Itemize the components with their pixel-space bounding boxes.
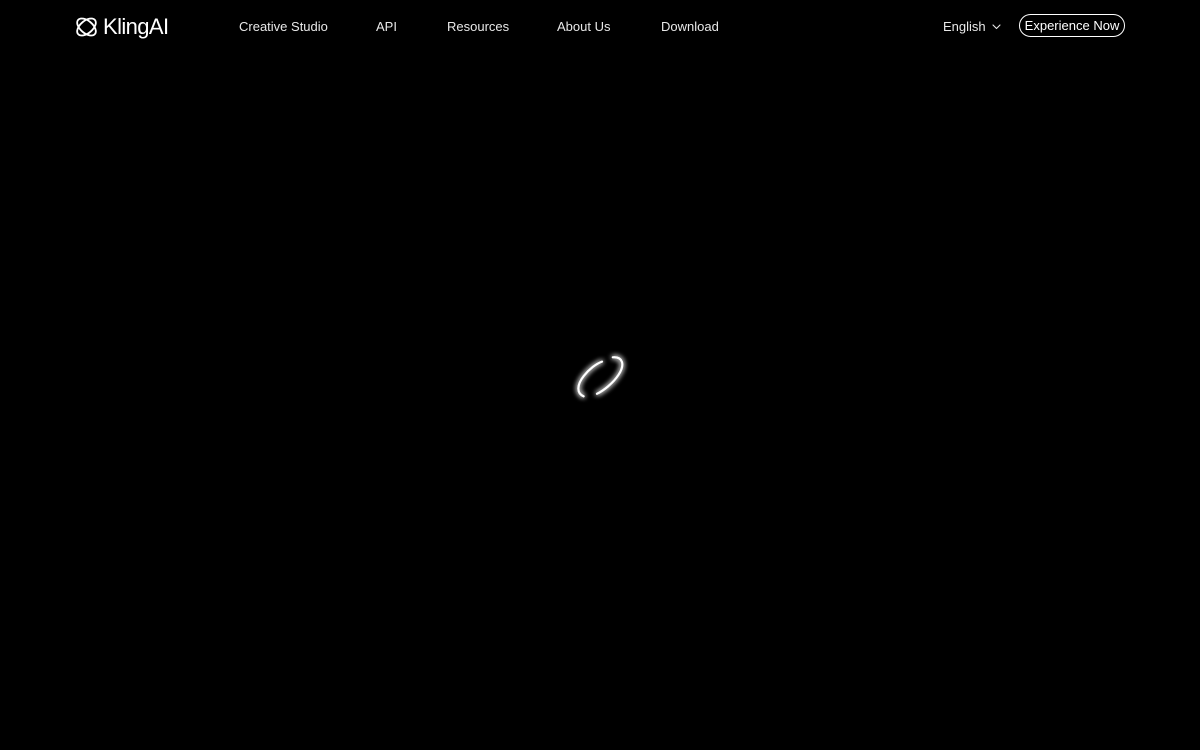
kling-logo-icon — [76, 17, 97, 37]
loading-ring-icon — [577, 356, 624, 398]
nav-item-about-us[interactable]: About Us — [557, 18, 610, 35]
nav-item-download[interactable]: Download — [661, 18, 719, 35]
experience-now-button[interactable]: Experience Now — [1019, 14, 1125, 37]
page: KlingAI Creative Studio API Resources Ab… — [0, 0, 1200, 750]
language-label: English — [943, 19, 986, 34]
brand-logo-link[interactable]: KlingAI — [73, 11, 169, 43]
language-selector[interactable]: English — [943, 18, 1001, 35]
top-nav: KlingAI Creative Studio API Resources Ab… — [0, 0, 1200, 54]
nav-item-creative-studio[interactable]: Creative Studio — [239, 18, 328, 35]
nav-item-api[interactable]: API — [376, 18, 397, 35]
nav-item-resources[interactable]: Resources — [447, 18, 509, 35]
chevron-down-icon — [992, 23, 1001, 29]
brand-name: KlingAI — [103, 14, 169, 39]
